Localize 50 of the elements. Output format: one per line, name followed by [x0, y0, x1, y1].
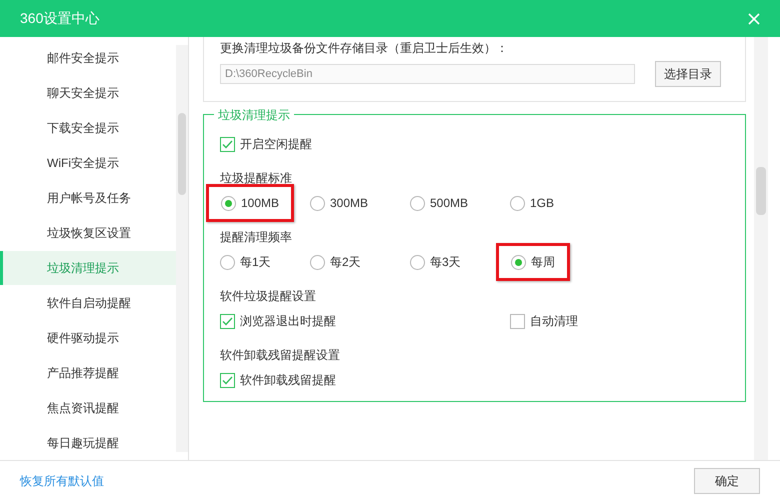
scrollbar[interactable]	[754, 37, 768, 460]
close-icon[interactable]	[748, 12, 760, 24]
radio-label: 每2天	[330, 254, 361, 271]
radio-button[interactable]	[511, 254, 526, 270]
sidebar-item[interactable]: 每日趣玩提醒	[0, 425, 176, 460]
choose-directory-button[interactable]: 选择目录	[655, 61, 721, 87]
sidebar-item[interactable]: 用户帐号及任务	[0, 180, 176, 216]
radio-button[interactable]	[410, 196, 425, 210]
radio-button[interactable]	[410, 254, 425, 270]
sidebar-item[interactable]: 邮件安全提示	[0, 41, 176, 76]
checkbox[interactable]	[510, 314, 525, 328]
window-title: 360设置中心	[20, 9, 100, 28]
scrollbar[interactable]	[176, 45, 188, 452]
sidebar-item[interactable]: 下载安全提示	[0, 110, 176, 146]
checkbox-label: 自动清理	[530, 313, 578, 330]
radio-button[interactable]	[220, 254, 235, 270]
sidebar-item[interactable]: 垃圾恢复区设置	[0, 216, 176, 251]
radio-button[interactable]	[310, 254, 325, 270]
radio-button[interactable]	[310, 196, 325, 210]
section-heading: 垃圾提醒标准	[220, 170, 293, 186]
sidebar-item[interactable]: 硬件驱动提示	[0, 320, 176, 356]
group-title: 垃圾清理提示	[214, 106, 294, 124]
sidebar-item[interactable]: 产品推荐提醒	[0, 355, 176, 390]
section-heading: 软件卸载残留提醒设置	[220, 346, 341, 364]
section-heading: 软件垃圾提醒设置	[220, 288, 317, 304]
checkbox-label: 软件卸载残留提醒	[240, 372, 336, 389]
radio-label: 1GB	[530, 195, 554, 212]
checkbox[interactable]	[220, 314, 235, 328]
check-icon	[222, 140, 233, 148]
radio-label: 100MB	[241, 195, 280, 212]
checkbox-label: 开启空闲提醒	[240, 136, 312, 153]
radio-label: 300MB	[330, 195, 368, 212]
radio-label: 每1天	[240, 254, 271, 271]
sidebar-item[interactable]: 软件自启动提醒	[0, 285, 176, 320]
checkbox-label: 浏览器退出时提醒	[240, 313, 336, 330]
radio-label: 500MB	[430, 195, 468, 212]
radio-label: 每3天	[430, 254, 461, 271]
radio-button[interactable]	[221, 196, 236, 210]
check-icon	[222, 316, 233, 326]
sidebar-item[interactable]: WiFi安全提示	[0, 146, 176, 181]
field-label: 更换清理垃圾备份文件存储目录（重启卫士后生效）：	[220, 40, 509, 57]
sidebar-item[interactable]: 焦点资讯提醒	[0, 390, 176, 426]
section-heading: 提醒清理频率	[220, 228, 293, 246]
radio-label: 每周	[531, 254, 555, 271]
sidebar-item[interactable]: 聊天安全提示	[0, 76, 176, 111]
checkbox[interactable]	[220, 372, 235, 388]
confirm-button[interactable]: 确定	[694, 468, 760, 494]
radio-button[interactable]	[510, 196, 525, 210]
check-icon	[222, 376, 233, 384]
checkbox[interactable]	[220, 136, 235, 152]
